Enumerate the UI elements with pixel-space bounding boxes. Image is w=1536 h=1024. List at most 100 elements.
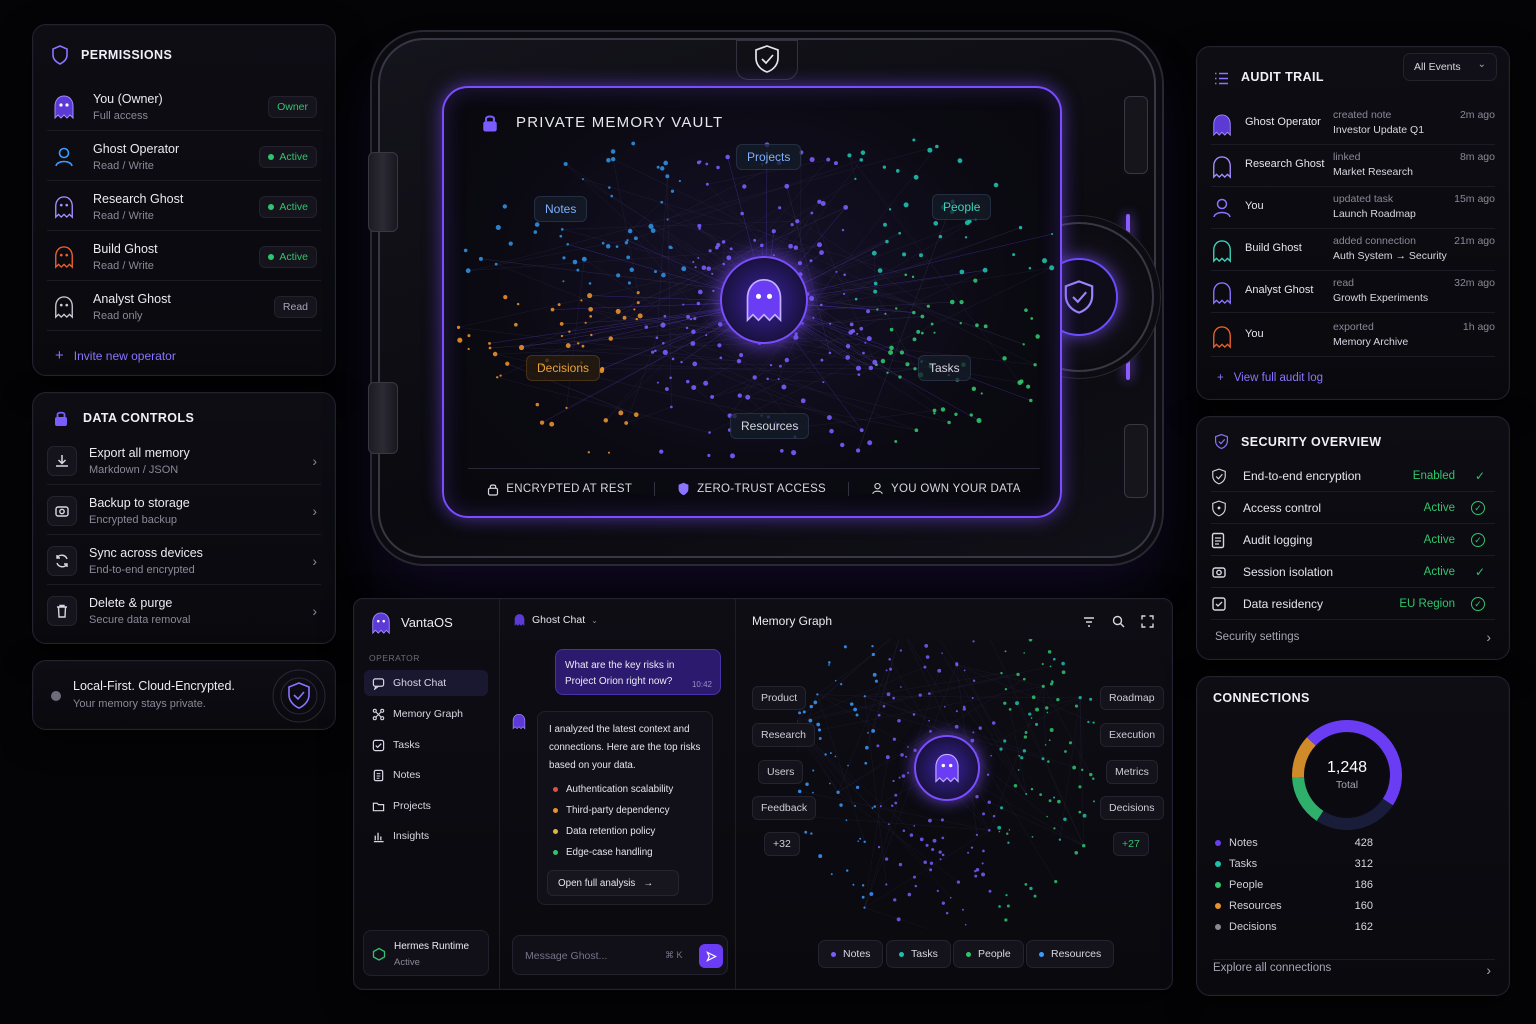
send-icon: [705, 950, 717, 962]
invite-operator-link[interactable]: + Invite new operator: [55, 347, 176, 364]
chip-notes[interactable]: Notes: [534, 196, 588, 222]
graph-node: [508, 241, 513, 246]
graph-node: [1072, 765, 1077, 770]
graph-chip-more-left[interactable]: +32: [764, 832, 800, 856]
security-row-session[interactable]: Session isolation Active ✓: [1211, 557, 1495, 588]
audit-row[interactable]: Ghost Operator created note Investor Updat…: [1211, 103, 1495, 145]
chip-resources[interactable]: Resources: [730, 413, 810, 439]
graph-node: [778, 206, 782, 210]
legend-resources[interactable]: Resources: [1026, 940, 1115, 968]
ghost-icon: [1213, 114, 1231, 137]
graph-chip-roadmap[interactable]: Roadmap: [1100, 686, 1164, 710]
open-analysis-button[interactable]: Open full analysis →: [547, 870, 679, 896]
permission-row-analyst-ghost[interactable]: Analyst Ghost Read only Read: [47, 283, 321, 331]
send-button[interactable]: [699, 944, 723, 968]
graph-node: [655, 336, 659, 340]
graph-node: [866, 336, 872, 342]
lock-icon: [483, 115, 497, 132]
graph-chip-execution[interactable]: Execution: [1100, 723, 1165, 747]
graph-node: [797, 261, 803, 266]
graph-chip-product[interactable]: Product: [752, 686, 807, 710]
graph-node: [1025, 792, 1028, 796]
legend-people[interactable]: People: [953, 940, 1024, 968]
search-icon[interactable]: [1112, 615, 1125, 628]
export-memory-item[interactable]: Export all memory Markdown / JSON ›: [47, 437, 321, 485]
graph-node: [670, 405, 673, 409]
graph-node: [929, 861, 934, 865]
local-first-sub: Your memory stays private.: [73, 698, 206, 710]
audit-row[interactable]: Analyst Ghost read Growth Experiments 32m a…: [1211, 271, 1495, 313]
sync-devices-item[interactable]: Sync across devices End-to-end encrypted …: [47, 537, 321, 585]
graph-node: [716, 165, 720, 170]
ghost-icon: [1213, 240, 1231, 263]
chip-people[interactable]: People: [932, 194, 992, 220]
permission-row-owner[interactable]: You (Owner) Full access Owner: [47, 83, 321, 131]
folder-icon: [372, 802, 385, 811]
chat-header[interactable]: Ghost Chat ⌄: [513, 613, 598, 627]
nav-notes[interactable]: Notes: [364, 762, 488, 788]
graph-chip-research[interactable]: Research: [752, 723, 815, 747]
chip-projects[interactable]: Projects: [736, 144, 802, 170]
legend-value: 160: [1354, 900, 1373, 912]
graph-chip-users[interactable]: Users: [758, 760, 804, 784]
shield-icon: [52, 45, 68, 65]
security-row-residency[interactable]: Data residency EU Region ✓: [1211, 589, 1495, 620]
nav-tasks[interactable]: Tasks: [364, 732, 488, 758]
nav-insights[interactable]: Insights: [364, 823, 488, 849]
runtime-status-card[interactable]: Hermes Runtime Active: [363, 930, 489, 976]
graph-node: [692, 361, 698, 367]
message-input[interactable]: Message Ghost... ⌘ K: [512, 935, 728, 975]
security-row-encryption[interactable]: End-to-end encryption Enabled ✓: [1211, 461, 1495, 492]
security-row-audit[interactable]: Audit logging Active ✓: [1211, 525, 1495, 556]
chip-decisions[interactable]: Decisions: [526, 355, 601, 381]
audit-row[interactable]: You updated task Launch Roadmap 15m ago: [1211, 187, 1495, 229]
graph-chip-decisions[interactable]: Decisions: [1100, 796, 1164, 820]
delete-purge-item[interactable]: Delete & purge Secure data removal ›: [47, 587, 321, 635]
graph-node: [859, 837, 862, 840]
graph-node: [1033, 363, 1037, 367]
graph-node: [828, 664, 830, 666]
backup-storage-item[interactable]: Backup to storage Encrypted backup ›: [47, 487, 321, 535]
graph-node: [1030, 717, 1033, 719]
graph-edge: [864, 907, 930, 929]
event-filter-select[interactable]: All Events ⌄: [1403, 53, 1497, 81]
message-time: 10:42: [691, 680, 712, 689]
audit-row[interactable]: You exported Memory Archive 1h ago: [1211, 315, 1495, 357]
permission-row-build-ghost[interactable]: Build Ghost Read / Write Active: [47, 233, 321, 281]
graph-node: [889, 667, 893, 671]
graph-node: [1047, 760, 1050, 763]
graph-node: [633, 236, 638, 241]
graph-node: [986, 773, 990, 776]
graph-node: [900, 686, 902, 688]
explore-connections-link[interactable]: Explore all connections ›: [1213, 959, 1495, 978]
permission-row-research-ghost[interactable]: Research Ghost Read / Write Active: [47, 183, 321, 231]
security-settings-link[interactable]: Security settings ›: [1215, 629, 1495, 645]
nav-ghost-chat[interactable]: Ghost Chat: [364, 670, 488, 696]
graph-node: [905, 362, 910, 367]
graph-node: [957, 158, 963, 164]
fullscreen-icon[interactable]: [1141, 615, 1154, 628]
list-icon: [1215, 72, 1228, 85]
nav-projects[interactable]: Projects: [364, 793, 488, 819]
filter-icon[interactable]: [1083, 616, 1095, 628]
vault-latch-bottom: [1124, 424, 1148, 498]
legend-notes[interactable]: Notes: [818, 940, 884, 968]
audit-row[interactable]: Build Ghost added connection Auth System →…: [1211, 229, 1495, 271]
graph-node: [1005, 893, 1008, 897]
nav-memory-graph[interactable]: Memory Graph: [364, 701, 488, 727]
chip-tasks[interactable]: Tasks: [918, 355, 971, 381]
graph-node: [972, 731, 975, 734]
graph-node: [892, 779, 895, 783]
graph-chip-metrics[interactable]: Metrics: [1106, 760, 1158, 784]
graph-chip-more-right[interactable]: +27: [1113, 832, 1149, 856]
permission-row-ghost-operator[interactable]: Ghost Operator Read / Write Active: [47, 133, 321, 181]
runtime-status: Active: [394, 957, 420, 968]
graph-chip-feedback[interactable]: Feedback: [752, 796, 817, 820]
graph-node: [1008, 707, 1012, 711]
audit-row[interactable]: Research Ghost linked Market Research 8m ag…: [1211, 145, 1495, 187]
legend-tasks[interactable]: Tasks: [886, 940, 951, 968]
security-row-access[interactable]: Access control Active ✓: [1211, 493, 1495, 524]
graph-node: [990, 754, 993, 757]
view-audit-log-link[interactable]: + View full audit log: [1217, 372, 1323, 384]
chevron-right-icon: ›: [1486, 962, 1491, 978]
